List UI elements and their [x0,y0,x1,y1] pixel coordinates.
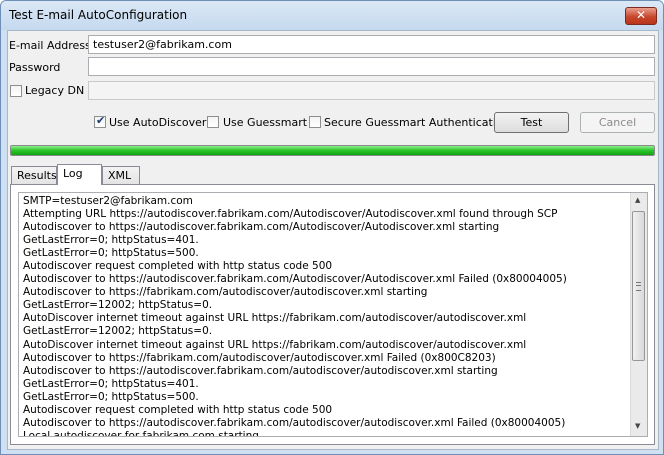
log-line: Autodiscover request completed with http… [23,260,333,273]
close-button[interactable]: ✕ [625,7,657,25]
log-line: Autodiscover to https://autodiscover.fab… [23,273,567,286]
log-line: GetLastError=0; httpStatus=401. [23,234,199,247]
title-bar[interactable]: Test E-mail AutoConfiguration ✕ [1,1,663,30]
log-line: AutoDiscover internet timeout against UR… [23,338,527,351]
log-line: Autodiscover request completed with http… [23,403,333,416]
log-line: Autodiscover to https://fabrikam.com/aut… [23,351,496,364]
log-textbox[interactable]: SMTP=testuser2@fabrikam.com Attempting UR… [18,192,648,437]
log-line: Autodiscover to https://fabrikam.com/aut… [23,286,428,299]
log-line: GetLastError=0; httpStatus=500. [23,390,199,403]
secure-guessmart-label: Secure Guessmart Authentication [324,116,510,129]
close-icon: ✕ [635,8,647,22]
window-title: Test E-mail AutoConfiguration [9,8,188,22]
tab-results[interactable]: Results [11,166,57,185]
log-lines: SMTP=testuser2@fabrikam.com Attempting UR… [23,195,623,437]
test-button[interactable]: Test [494,112,569,133]
dialog-client-area: E-mail Address testuser2@fabrikam.com Pa… [7,30,659,450]
legacy-dn-label: Legacy DN [25,84,85,97]
log-tab-panel: SMTP=testuser2@fabrikam.com Attempting UR… [10,184,655,445]
use-autodiscover-checkbox[interactable]: ✔ [94,114,106,128]
log-line: Autodiscover to https://autodiscover.fab… [23,416,566,429]
use-autodiscover-label: Use AutoDiscover [109,116,207,129]
log-line: GetLastError=12002; httpStatus=0. [23,325,213,338]
email-label: E-mail Address [9,39,91,52]
use-guessmart-label: Use Guessmart [223,116,308,129]
password-label: Password [9,61,61,74]
log-line: Attempting URL https://autodiscover.fabr… [23,208,558,221]
log-line: SMTP=testuser2@fabrikam.com [23,195,193,207]
grip-icon [636,282,641,291]
log-line: Local autodiscover for fabrikam.com star… [23,429,259,437]
log-scrollbar[interactable]: ▲ ▼ [630,193,647,436]
email-field[interactable]: testuser2@fabrikam.com [88,35,655,54]
scrollbar-thumb[interactable] [632,211,645,361]
use-guessmart-checkbox[interactable] [207,116,219,128]
password-field[interactable] [88,57,655,76]
tab-xml[interactable]: XML [102,166,140,185]
log-line: Autodiscover to https://autodiscover.fab… [23,221,500,234]
log-line: GetLastError=0; httpStatus=500. [23,247,199,260]
tab-log[interactable]: Log [57,164,102,185]
scroll-down-arrow-icon[interactable]: ▼ [635,422,640,430]
log-line: AutoDiscover internet timeout against UR… [23,312,527,325]
progress-bar [10,145,655,156]
legacy-dn-checkbox[interactable] [10,85,22,97]
checkmark-icon: ✔ [96,114,106,127]
log-line: GetLastError=0; httpStatus=401. [23,377,199,390]
log-line: GetLastError=12002; httpStatus=0. [23,299,213,312]
secure-guessmart-checkbox[interactable] [309,116,321,128]
scroll-up-arrow-icon[interactable]: ▲ [635,196,640,204]
progress-fill [11,146,654,155]
log-line: Autodiscover to https://autodiscover.fab… [23,364,498,377]
autoconfig-window: Test E-mail AutoConfiguration ✕ E-mail A… [0,0,664,455]
cancel-button[interactable]: Cancel [580,112,655,133]
legacy-dn-field[interactable] [88,81,655,100]
